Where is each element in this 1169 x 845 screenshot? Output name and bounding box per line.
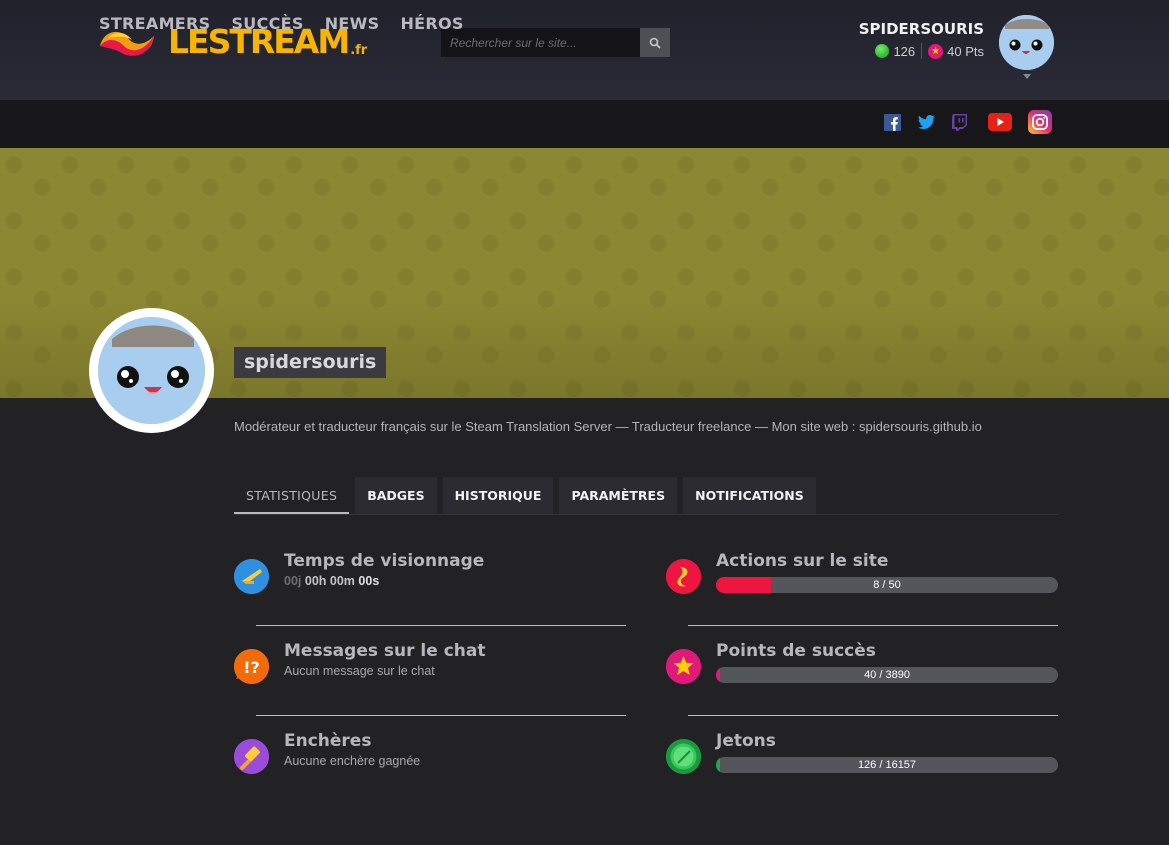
search-button[interactable]: [640, 28, 670, 57]
clock-icon: [234, 559, 269, 594]
stat-title: Jetons: [716, 731, 776, 751]
svg-text:!?: !?: [243, 658, 260, 677]
watch-minutes: 00m: [329, 574, 355, 588]
stat-divider: [256, 625, 626, 626]
youtube-icon[interactable]: [988, 110, 1012, 134]
nav-links: STREAMERS SUCCÈS NEWS HÉROS: [99, 14, 464, 33]
points-star-icon: ★: [928, 43, 944, 59]
user-summary[interactable]: SPIDERSOURIS 126 ★ 40 Pts: [859, 20, 984, 59]
nav-item-streamers[interactable]: STREAMERS: [99, 14, 210, 33]
header-coins: 126: [893, 43, 916, 59]
logo-tld: .fr: [350, 42, 368, 58]
watch-time-value: 00j 00h 00m 00s: [284, 574, 379, 588]
search-input[interactable]: [441, 28, 640, 57]
chat-bubble-icon: !?: [234, 649, 269, 684]
stat-title: Actions sur le site: [716, 551, 889, 571]
profile-tabs: STATISTIQUES BADGES HISTORIQUE PARAMÈTRE…: [234, 477, 816, 514]
search-bar: [441, 28, 670, 57]
watch-hours: 00h: [304, 574, 327, 588]
social-links: [880, 110, 1052, 134]
search-icon: [649, 37, 661, 49]
tab-badges[interactable]: BADGES: [355, 477, 437, 514]
tab-historique[interactable]: HISTORIQUE: [442, 477, 554, 514]
progress-bar: 8 / 50: [716, 577, 1058, 593]
user-menu-chevron-down-icon[interactable]: [1023, 74, 1031, 79]
nav-item-news[interactable]: NEWS: [325, 14, 380, 33]
facebook-icon[interactable]: [880, 110, 904, 134]
profile-avatar: [89, 308, 214, 433]
profile-avatar-image: [98, 317, 205, 424]
header-avatar[interactable]: [999, 15, 1054, 70]
stats-separator: [921, 43, 923, 59]
stat-subtitle: Aucune enchère gagnée: [284, 754, 421, 768]
instagram-icon[interactable]: [1028, 110, 1052, 134]
actions-icon: [666, 559, 701, 594]
progress-bar: 40 / 3890: [716, 667, 1058, 683]
stat-title: Enchères: [284, 731, 372, 751]
token-icon: [875, 44, 890, 58]
tab-parametres[interactable]: PARAMÈTRES: [559, 477, 678, 514]
stat-divider: [256, 715, 626, 716]
gavel-icon: [234, 739, 269, 774]
nav-item-succes[interactable]: SUCCÈS: [231, 14, 303, 33]
watch-seconds: 00s: [358, 574, 380, 588]
profile-username: spidersouris: [234, 347, 387, 378]
stat-title: Temps de visionnage: [284, 551, 485, 571]
profile-bio: Modérateur et traducteur français sur le…: [234, 419, 982, 434]
nav-item-heros[interactable]: HÉROS: [400, 14, 463, 33]
stat-title: Points de succès: [716, 641, 876, 661]
stat-divider: [688, 625, 1058, 626]
progress-text: 8 / 50: [873, 579, 901, 591]
progress-text: 40 / 3890: [864, 669, 910, 681]
header-points: 40 Pts: [947, 43, 984, 59]
header-user-stats: 126 ★ 40 Pts: [859, 43, 984, 59]
header-username: SPIDERSOURIS: [858, 20, 984, 38]
progress-text: 126 / 16157: [857, 759, 917, 771]
watch-days: 00j: [284, 574, 302, 588]
twitter-icon[interactable]: [914, 110, 938, 134]
tabs-divider: [234, 514, 1058, 515]
stat-title: Messages sur le chat: [284, 641, 486, 661]
progress-bar: 126 / 16157: [716, 757, 1058, 773]
stat-divider: [688, 715, 1058, 716]
star-icon: [666, 649, 701, 684]
stat-subtitle: Aucun message sur le chat: [284, 664, 435, 678]
twitch-icon[interactable]: [948, 110, 972, 134]
token-icon: [666, 739, 701, 774]
tab-statistiques[interactable]: STATISTIQUES: [234, 477, 350, 514]
tab-notifications[interactable]: NOTIFICATIONS: [683, 477, 816, 514]
